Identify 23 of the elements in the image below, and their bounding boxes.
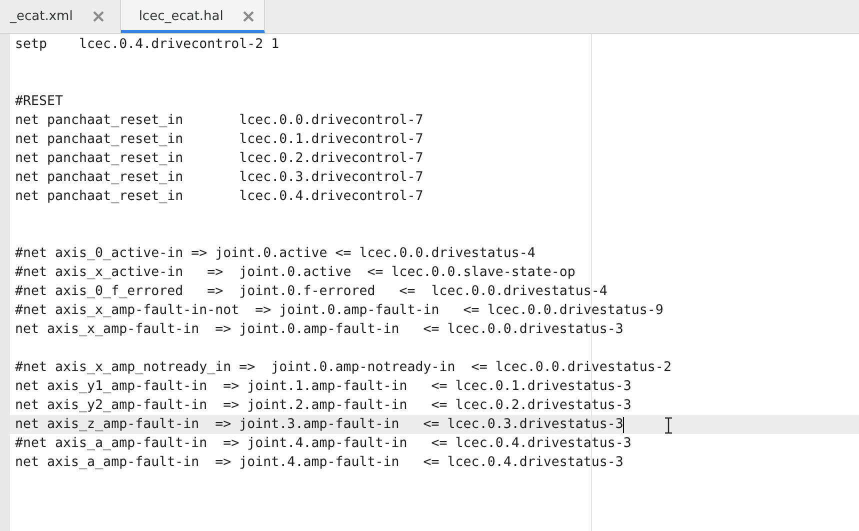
- code-line: net axis_y2_amp-fault-in => joint.2.amp-fault-in <= lcec.0.2.drivestatus-3: [15, 397, 632, 415]
- code-line: net panchaat_reset_in lcec.0.4.drivecontrol-7: [15, 188, 424, 206]
- text-caret: [623, 416, 624, 432]
- code-line: net axis_z_amp-fault-in => joint.3.amp-fault-in <= lcec.0.3.drivestatus-3: [15, 416, 624, 434]
- code-line: #net axis_0_f_errored => joint.0.f-errored <= lcec.0.0.drivestatus-4: [15, 283, 608, 301]
- code-line: net panchaat_reset_in lcec.0.3.drivecontrol-7: [15, 169, 424, 187]
- code-line: #net axis_0_active-in => joint.0.active <= lcec.0.0.drivestatus-4: [15, 245, 536, 263]
- code-line: net panchaat_reset_in lcec.0.2.drivecontrol-7: [15, 150, 424, 168]
- code-line: #net axis_x_amp-fault-in-not => joint.0.amp-fault-in <= lcec.0.0.drivestatus-9: [15, 302, 664, 320]
- close-icon[interactable]: [243, 11, 254, 22]
- code-line: #RESET: [15, 93, 64, 111]
- file-tab[interactable]: lcec_ecat.hal: [120, 0, 266, 33]
- code-line: net axis_y1_amp-fault-in => joint.1.amp-fault-in <= lcec.0.1.drivestatus-3: [15, 378, 632, 396]
- code-line: setp lcec.0.4.drivecontrol-2 1: [15, 36, 280, 54]
- code-line: net panchaat_reset_in lcec.0.1.drivecontrol-7: [15, 131, 424, 149]
- code-line: #net axis_x_active-in => joint.0.active <= lcec.0.0.slave-state-op: [15, 264, 576, 282]
- text-cursor-icon: [664, 417, 673, 434]
- code-line: net axis_a_amp-fault-in => joint.4.amp-fault-in <= lcec.0.4.drivestatus-3: [15, 454, 624, 472]
- code-line: net axis_x_amp-fault-in => joint.0.amp-fault-in <= lcec.0.0.drivestatus-3: [15, 321, 624, 339]
- code-line: #net axis_x_amp_notready_in => joint.0.amp-notready-in <= lcec.0.0.drivestatus-2: [15, 359, 672, 377]
- code-line: net panchaat_reset_in lcec.0.0.drivecontrol-7: [15, 112, 424, 130]
- code-line: #net axis_a_amp-fault-in => joint.4.amp-fault-in <= lcec.0.4.drivestatus-3: [15, 435, 632, 453]
- close-icon[interactable]: [92, 11, 104, 22]
